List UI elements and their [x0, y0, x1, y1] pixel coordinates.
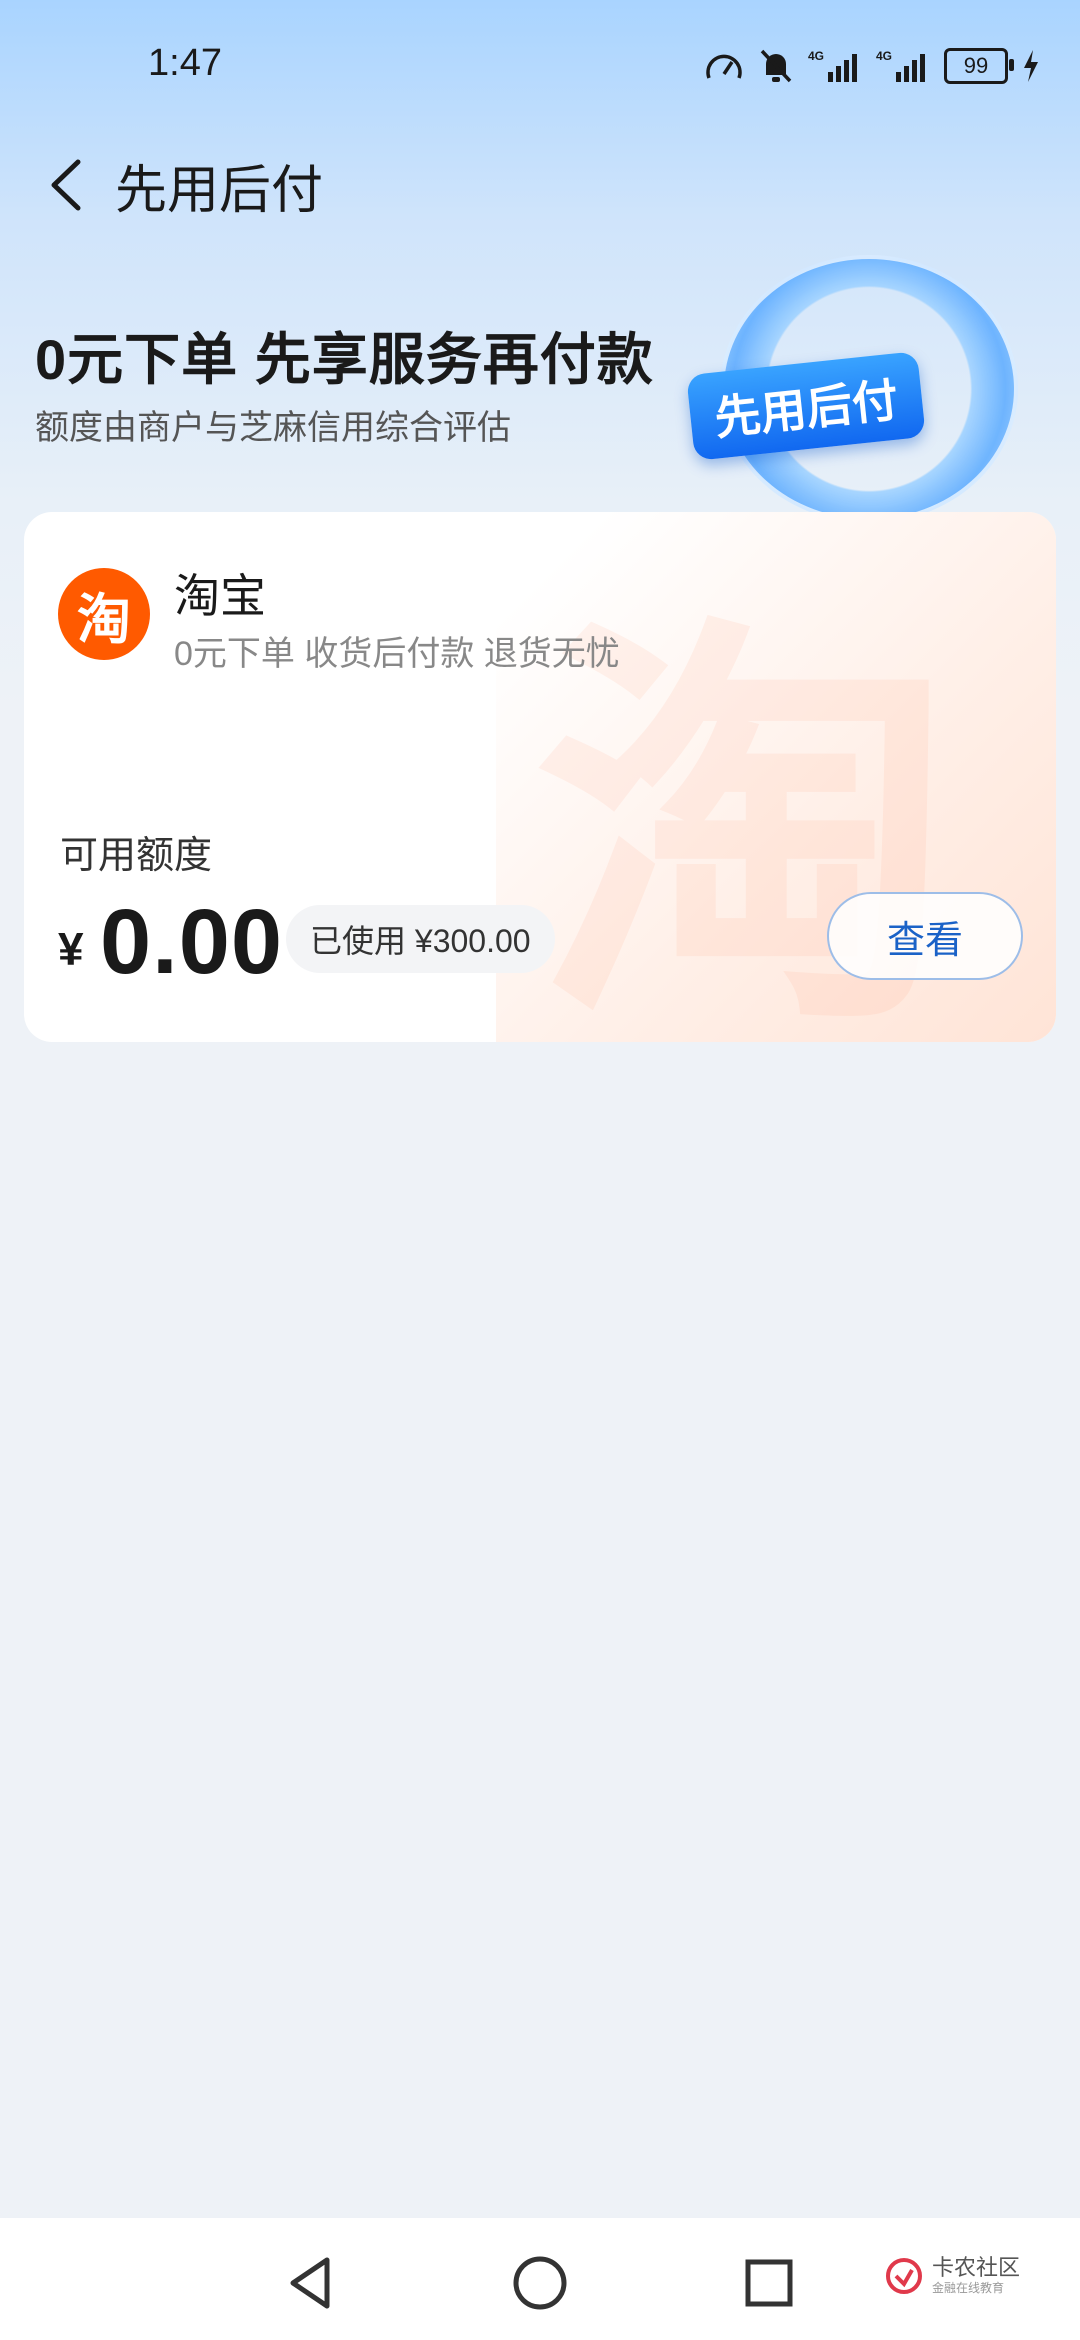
- available-quota-label: 可用额度: [60, 835, 213, 877]
- hero-badge-illustration: 先用后付: [680, 245, 1040, 525]
- svg-text:4G: 4G: [876, 49, 892, 63]
- top-nav: 先用后付: [0, 130, 1080, 240]
- taobao-logo-icon: 淘: [58, 568, 150, 660]
- system-nav-bar: 卡农社区 金融在线教育: [0, 2218, 1080, 2340]
- signal-4g-icon-2: 4G: [876, 49, 925, 82]
- merchant-logo-char: 淘: [77, 589, 131, 650]
- mute-bell-icon: [760, 49, 792, 83]
- speed-icon: [706, 54, 742, 79]
- nav-home-button[interactable]: [505, 2248, 575, 2318]
- status-bar: 1:47 4G 4G 99: [0, 0, 1080, 130]
- watermark-sub: 金融在线教育: [931, 2280, 1004, 2295]
- charging-icon: [1024, 50, 1038, 82]
- back-button[interactable]: [32, 150, 102, 220]
- watermark-name: 卡农社区: [931, 2254, 1020, 2280]
- community-watermark: 卡农社区 金融在线教育: [884, 2256, 1020, 2296]
- currency-symbol: ¥: [58, 923, 84, 975]
- circle-home-icon: [513, 2256, 567, 2310]
- nav-recents-button[interactable]: [734, 2248, 804, 2318]
- square-recents-icon: [745, 2259, 793, 2307]
- battery-icon: 99: [944, 48, 1014, 84]
- signal-4g-icon: 4G: [808, 49, 857, 82]
- chevron-left-icon: [51, 159, 81, 211]
- nav-back-button[interactable]: [275, 2248, 345, 2318]
- status-icons: 4G 4G 99: [704, 44, 1040, 88]
- battery-level: 99: [963, 53, 989, 78]
- view-button[interactable]: 查看: [827, 892, 1023, 980]
- available-amount: 0.00: [100, 891, 284, 993]
- status-time: 1:47: [148, 42, 222, 84]
- used-amount-pill: 已使用 ¥300.00: [286, 905, 555, 973]
- hero-subtitle: 额度由商户与芝麻信用综合评估: [35, 409, 511, 447]
- page-title: 先用后付: [115, 162, 324, 220]
- triangle-back-icon: [290, 2257, 330, 2309]
- merchant-name: 淘宝: [174, 570, 266, 622]
- svg-text:4G: 4G: [808, 49, 824, 63]
- hero-title: 0元下单 先享服务再付款: [35, 328, 654, 391]
- community-logo-icon: [885, 2258, 922, 2294]
- merchant-card: 淘 淘 淘宝 0元下单 收货后付款 退货无忧 可用额度 ¥ 0.00 已使用 ¥…: [24, 512, 1056, 1042]
- merchant-description: 0元下单 收货后付款 退货无忧: [174, 635, 620, 673]
